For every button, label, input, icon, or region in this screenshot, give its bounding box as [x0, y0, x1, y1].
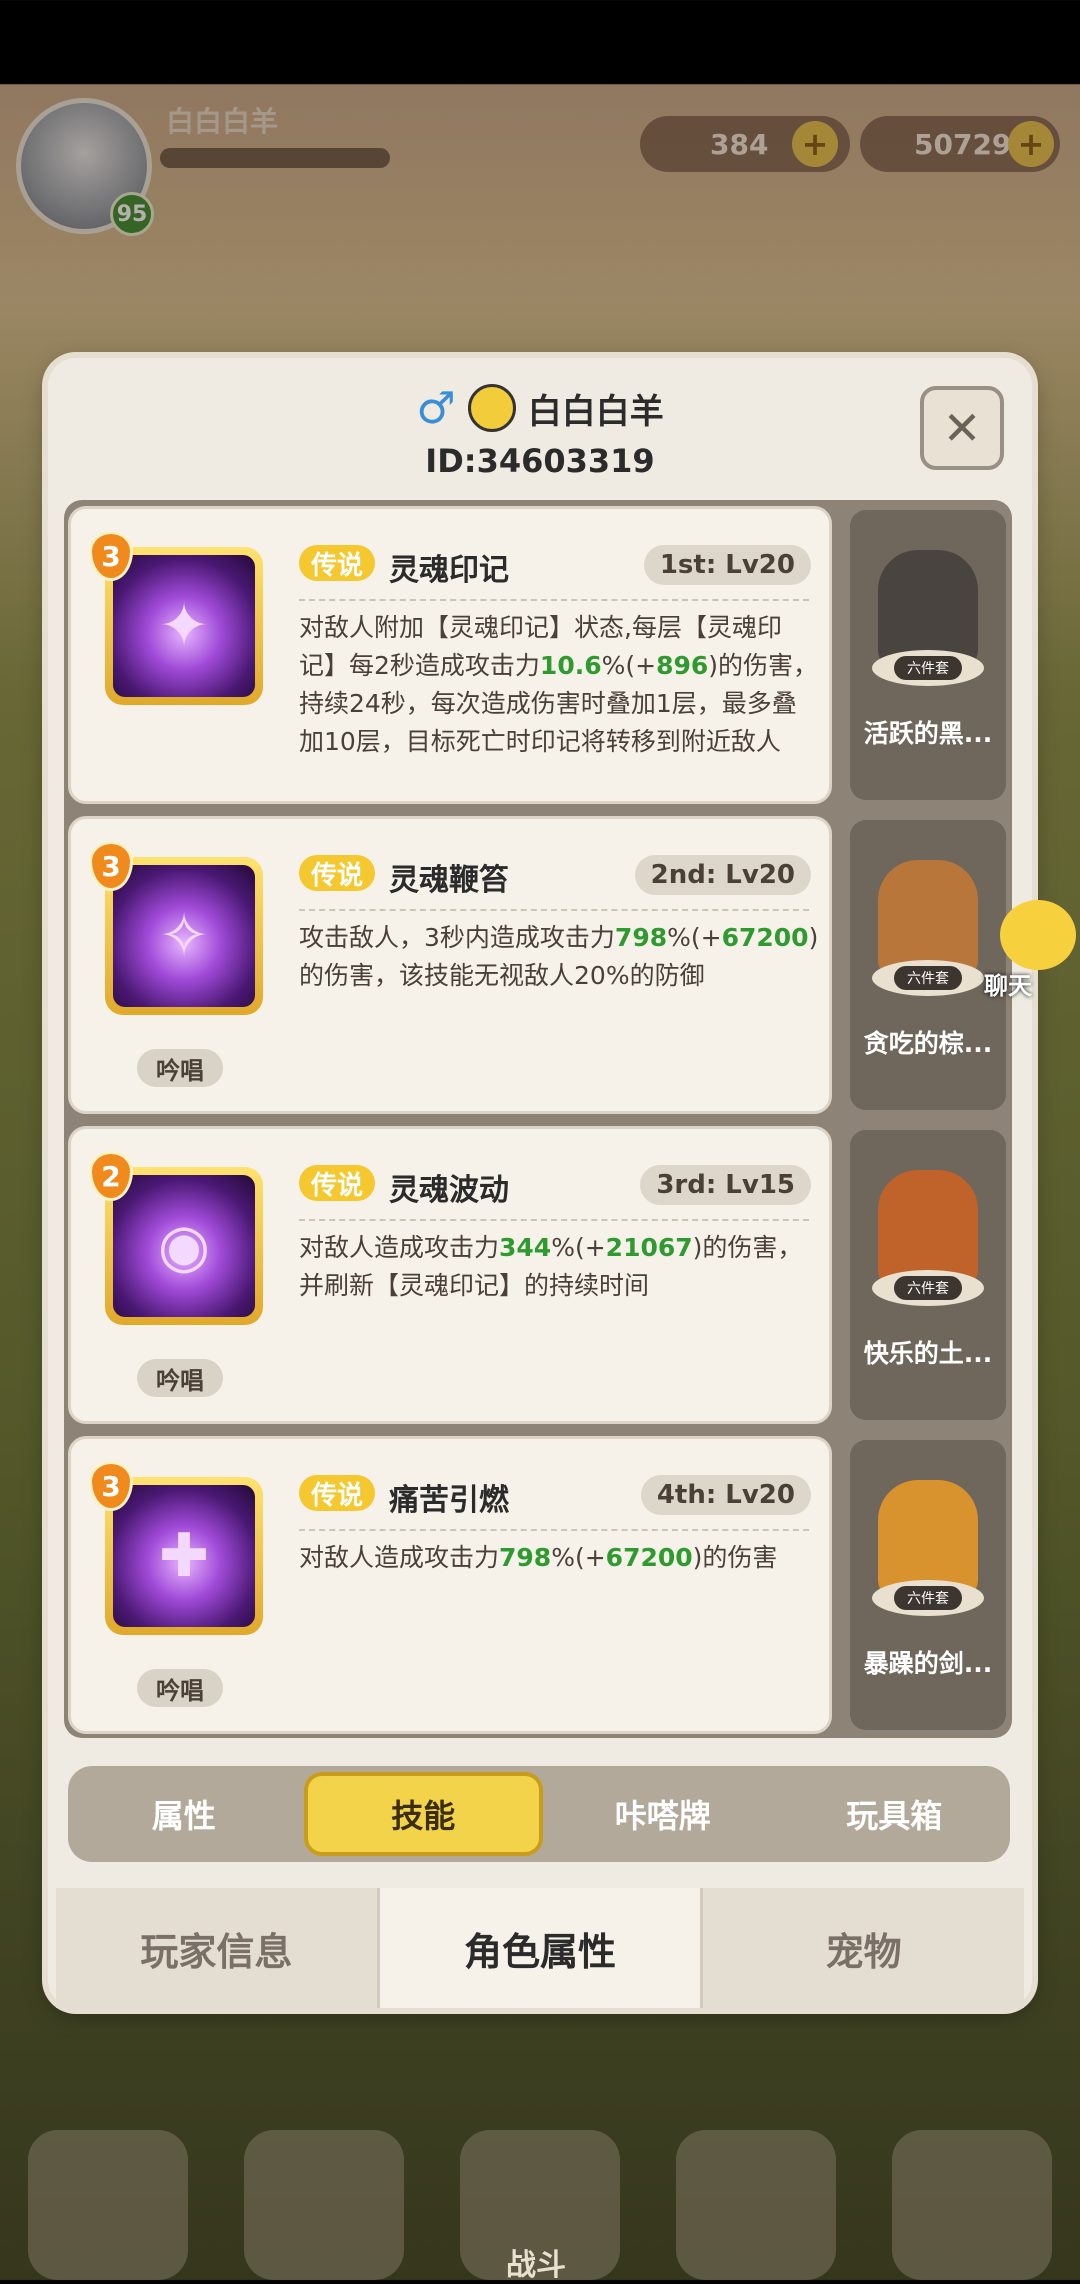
tab-skills[interactable]: 技能 [303, 1772, 543, 1856]
pet-card[interactable]: 六件套 活跃的黑... [850, 510, 1006, 800]
soul-flame-icon: ✦ [113, 555, 255, 697]
chant-tag: 吟唱 [137, 1669, 223, 1707]
tab-toybox[interactable]: 玩具箱 [779, 1772, 1011, 1856]
skill-slot-level: 1st: Lv20 [643, 545, 811, 585]
pet-set-tag: 六件套 [894, 966, 962, 990]
skill-icon-frame: ✦ [105, 547, 263, 705]
male-icon: ♂ [416, 382, 456, 434]
close-button[interactable]: ✕ [920, 386, 1004, 470]
pain-ignite-icon: ✚ [113, 1485, 255, 1627]
rarity-tag: 传说 [299, 855, 376, 891]
nav-character-2[interactable] [244, 2130, 404, 2280]
player-id: ID:34603319 [425, 442, 655, 480]
chat-label[interactable]: 聊天 [984, 966, 1032, 1001]
bottom-tab-bar: 玩家信息 角色属性 宠物 [56, 1888, 1025, 2008]
chant-tag: 吟唱 [137, 1359, 223, 1397]
divider [299, 909, 809, 911]
tab-pets[interactable]: 宠物 [703, 1888, 1025, 2008]
pet-set-tag: 六件套 [894, 1586, 962, 1610]
player-info-modal: ♂ 白白白羊 ID:34603319 ✕ ✦ 3 传说 灵魂印记 1st: Lv… [48, 358, 1032, 2008]
sheep-avatar-icon [467, 384, 516, 432]
skill-card[interactable]: ✧ 3 吟唱 传说 灵魂鞭笞 2nd: Lv20 攻击敌人，3秒内造成攻击力79… [68, 816, 832, 1114]
pet-name: 暴躁的剑... [863, 1649, 993, 1678]
skill-icon-frame: ✧ [105, 857, 263, 1015]
pet-name: 贪吃的棕... [863, 1029, 993, 1058]
skill-description: 对敌人附加【灵魂印记】状态,每层【灵魂印记】每2秒造成攻击力10.6%(+896… [299, 613, 819, 756]
skill-name: 灵魂波动 [389, 1173, 509, 1208]
tab-kada-cards[interactable]: 咔嗒牌 [547, 1772, 779, 1856]
pet-set-tag: 六件套 [894, 1276, 962, 1300]
modal-player-name: 白白白羊 [527, 391, 664, 432]
skill-card[interactable]: ◉ 2 吟唱 传说 灵魂波动 3rd: Lv15 对敌人造成攻击力344%(+2… [68, 1126, 832, 1424]
skill-name: 灵魂印记 [389, 553, 509, 588]
skill-slot-level: 3rd: Lv15 [640, 1165, 811, 1205]
skill-name: 痛苦引燃 [389, 1483, 509, 1518]
soul-whip-icon: ✧ [113, 865, 255, 1007]
sub-tab-bar: 属性 技能 咔嗒牌 玩具箱 [68, 1766, 1010, 1862]
soul-wave-icon: ◉ [113, 1175, 255, 1317]
chat-icon[interactable] [1000, 900, 1076, 970]
pet-card[interactable]: 六件套 贪吃的棕... [850, 820, 1006, 1110]
tab-character-attributes[interactable]: 角色属性 [379, 1888, 704, 2008]
skill-slot-level: 4th: Lv20 [640, 1475, 811, 1515]
rarity-tag: 传说 [299, 545, 376, 581]
tab-attributes[interactable]: 属性 [68, 1772, 300, 1856]
divider [299, 599, 809, 601]
rarity-tag: 传说 [299, 1475, 376, 1511]
skill-description: 攻击敌人，3秒内造成攻击力798%(+67200)的伤害，该技能无视敌人20%的… [299, 923, 819, 990]
skill-icon-frame: ◉ [105, 1167, 263, 1325]
skill-icon-frame: ✚ [105, 1477, 263, 1635]
nav-card[interactable] [892, 2130, 1052, 2280]
pet-card[interactable]: 六件套 暴躁的剑... [850, 1440, 1006, 1730]
skill-card[interactable]: ✚ 3 吟唱 传说 痛苦引燃 4th: Lv20 对敌人造成攻击力798%(+6… [68, 1436, 832, 1734]
divider [299, 1219, 809, 1221]
pet-name: 快乐的土... [863, 1339, 993, 1368]
skill-slot-level: 2nd: Lv20 [634, 855, 811, 895]
pet-set-tag: 六件套 [894, 656, 962, 680]
skill-card[interactable]: ✦ 3 传说 灵魂印记 1st: Lv20 对敌人附加【灵魂印记】状态,每层【灵… [68, 506, 832, 804]
divider [299, 1529, 809, 1531]
skill-name: 灵魂鞭笞 [389, 863, 509, 898]
skill-description: 对敌人造成攻击力798%(+67200)的伤害 [299, 1543, 778, 1572]
modal-title-row: ♂ 白白白羊 [48, 378, 1032, 438]
chant-tag: 吟唱 [137, 1049, 223, 1087]
nav-character-1[interactable] [28, 2130, 188, 2280]
pet-card[interactable]: 六件套 快乐的土... [850, 1130, 1006, 1420]
pet-name: 活跃的黑... [863, 719, 993, 748]
rarity-tag: 传说 [299, 1165, 376, 1201]
battle-label: 战斗 [506, 2248, 566, 2283]
skill-list-panel[interactable]: ✦ 3 传说 灵魂印记 1st: Lv20 对敌人附加【灵魂印记】状态,每层【灵… [64, 500, 1012, 1738]
nav-pet[interactable] [676, 2130, 836, 2280]
skill-description: 对敌人造成攻击力344%(+21067)的伤害，并刷新【灵魂印记】的持续时间 [299, 1233, 803, 1300]
tab-player-info[interactable]: 玩家信息 [56, 1888, 380, 2008]
